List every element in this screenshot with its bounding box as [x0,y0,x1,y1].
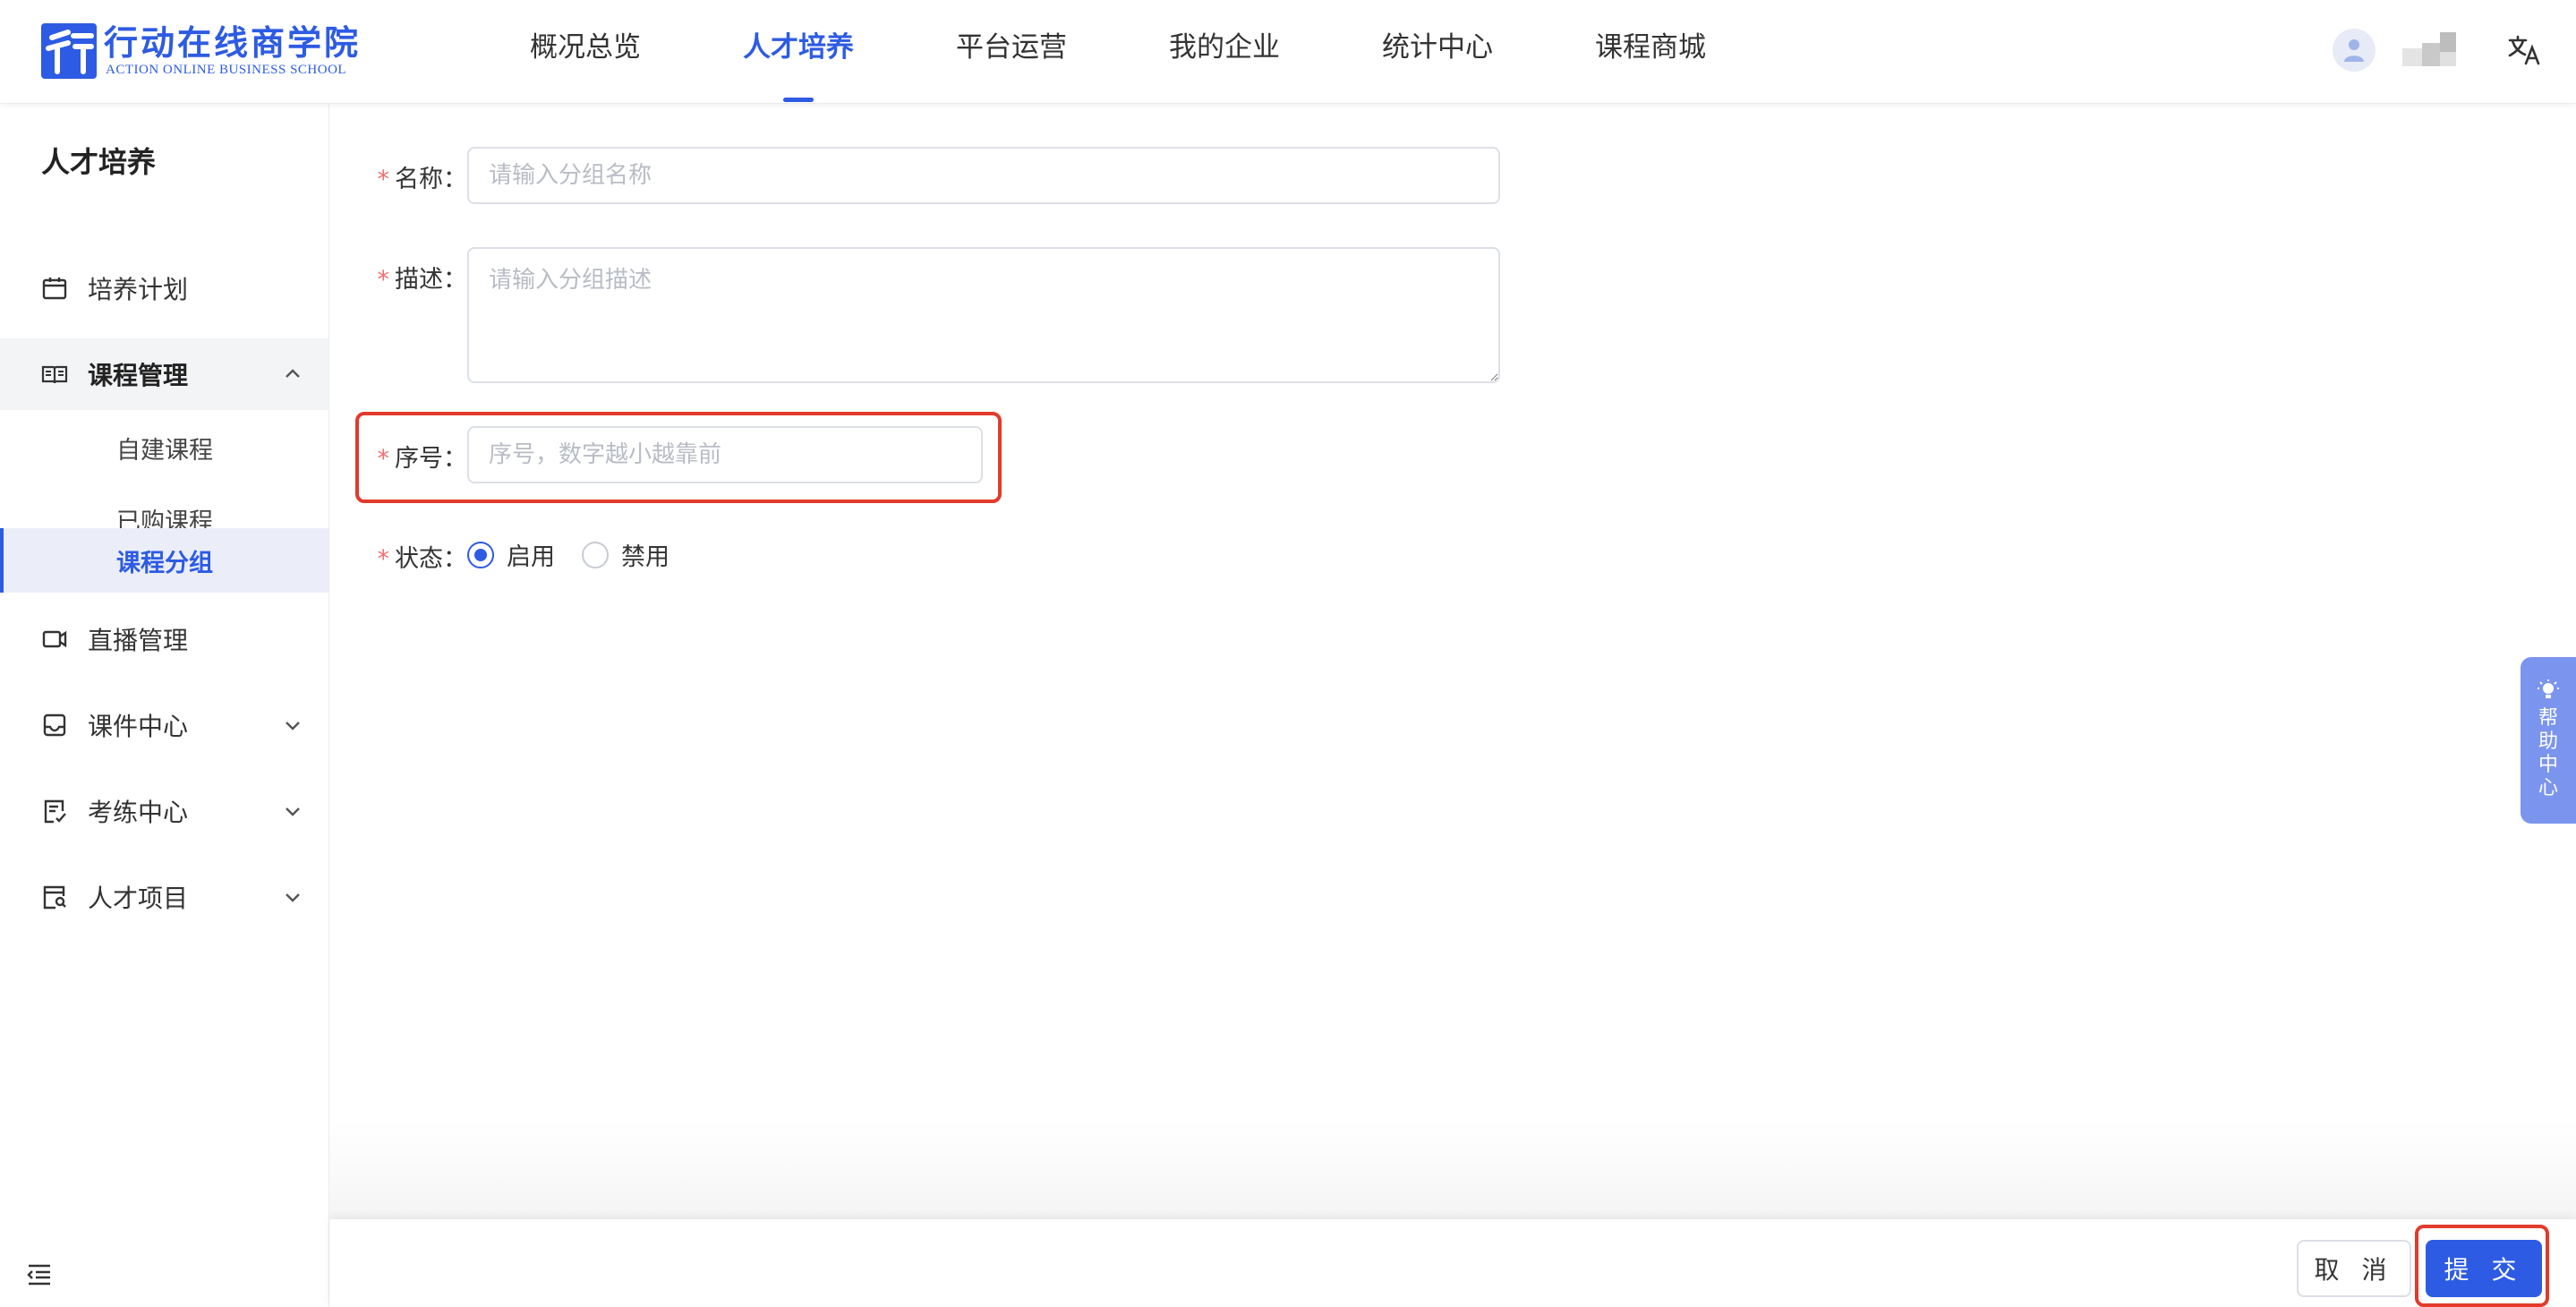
help-center-tab[interactable]: 帮助中心 [2521,657,2576,824]
sidebar-item-training-plan[interactable]: 培养计划 [0,252,328,324]
description-textarea[interactable] [467,247,1500,383]
avatar[interactable] [2333,29,2376,72]
language-icon[interactable] [2506,32,2542,68]
form-row-name: * 名称： [374,159,468,194]
form-row-order: * 序号： [374,439,468,474]
top-header: 行动在线商学院 ACTION ONLINE BUSINESS SCHOOL 概况… [0,0,2576,104]
name-input[interactable] [467,147,1500,204]
footer-bar [329,1219,2576,1307]
nav-item-enterprise[interactable]: 我的企业 [1169,0,1280,104]
nav-item-talent[interactable]: 人才培养 [743,0,854,104]
sidebar-item-courseware-center[interactable]: 课件中心 [0,689,328,761]
help-center-label: 帮助中心 [2538,707,2558,799]
nav-item-course-mall[interactable]: 课程商城 [1595,0,1706,104]
form-row-status: * 状态： [374,539,468,574]
nav-item-operations[interactable]: 平台运营 [956,0,1067,104]
radio-checked-icon [467,541,494,568]
submit-button[interactable]: 提 交 [2426,1240,2542,1297]
user-icon [2344,39,2364,62]
chevron-down-icon [286,807,300,816]
sidebar-item-label: 培养计划 [88,275,189,304]
sidebar-item-label: 人才项目 [88,884,189,913]
sidebar-subitem-label: 自建课程 [116,436,213,465]
cancel-button[interactable]: 取 消 [2297,1240,2411,1297]
radio-label: 启用 [507,543,555,571]
sidebar-item-talent-projects[interactable]: 人才项目 [0,861,328,933]
nav-item-statistics[interactable]: 统计中心 [1382,0,1493,104]
sidebar-item-label: 直播管理 [88,626,189,655]
video-icon [42,630,67,648]
collapse-sidebar-icon[interactable] [25,1262,54,1287]
exam-icon [44,799,66,824]
user-name-blurred[interactable] [2402,32,2472,68]
name-label: * 名称： [377,166,468,193]
status-label: * 状态： [377,545,468,573]
footer-fade [329,1119,2576,1219]
top-nav: 概况总览 人才培养 平台运营 我的企业 统计中心 课程商城 [501,0,1706,104]
order-label: * 序号： [377,445,468,473]
radio-unchecked-icon [582,541,609,568]
status-radio-enabled[interactable]: 启用 [467,537,555,572]
inbox-icon [43,713,66,737]
lightbulb-icon [2538,679,2559,698]
book-icon [41,365,68,384]
sidebar-subitem-self-built-courses[interactable]: 自建课程 [0,415,328,480]
sidebar-item-course-management[interactable]: 课程管理 [0,338,328,410]
logo[interactable]: 行动在线商学院 ACTION ONLINE BUSINESS SCHOOL [41,21,361,81]
logo-mark-icon [41,23,97,79]
description-label: * 描述： [377,266,468,294]
sidebar-subitem-course-groups[interactable]: 课程分组 [0,528,328,593]
chevron-down-icon [286,893,300,902]
chevron-down-icon [286,722,300,730]
chevron-up-icon [286,369,300,378]
project-icon [43,885,66,910]
sidebar-item-label: 考练中心 [88,798,189,827]
logo-title: 行动在线商学院 [104,23,362,63]
sidebar-item-label: 课件中心 [88,712,189,741]
form-row-description: * 描述： [374,260,468,295]
sidebar-item-exam-center[interactable]: 考练中心 [0,775,328,847]
sidebar-item-label: 课程管理 [88,361,189,390]
status-radio-group: 启用 禁用 [467,537,696,572]
sidebar-title: 人才培养 [41,145,157,179]
logo-subtitle: ACTION ONLINE BUSINESS SCHOOL [106,63,347,77]
calendar-icon [42,278,67,300]
sidebar-subitem-label: 课程分组 [116,549,213,577]
order-input[interactable] [467,426,983,483]
sidebar-item-live-management[interactable]: 直播管理 [0,603,328,675]
status-radio-disabled[interactable]: 禁用 [582,537,670,572]
sidebar: 人才培养 培养计划 课程管理 自建课程 已购课程 课程分组 直播管理 课件中心 … [0,104,329,1307]
nav-item-overview[interactable]: 概况总览 [530,0,641,104]
radio-label: 禁用 [621,543,670,571]
